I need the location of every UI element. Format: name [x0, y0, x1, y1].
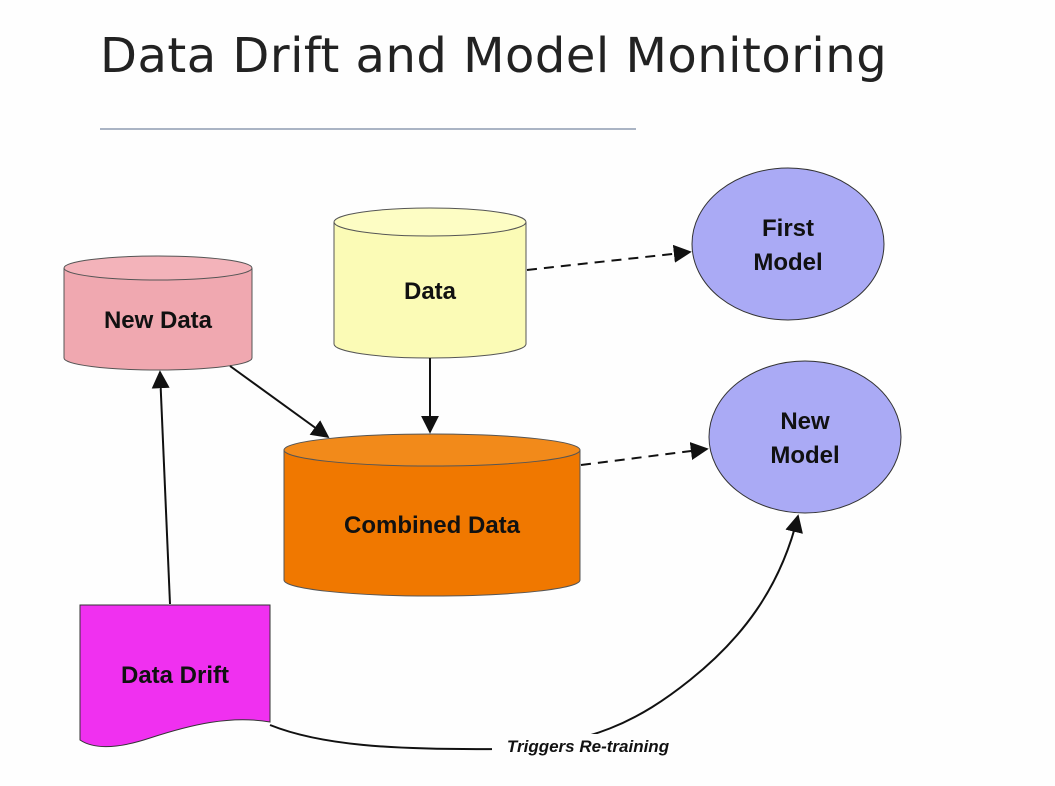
retrain-edge-label: Triggers Re-training: [507, 737, 670, 756]
first-model-label-line1: First: [762, 215, 814, 242]
data-label: Data: [404, 278, 457, 305]
edge-drift-to-new-data: [151, 370, 171, 605]
combined-data-label: Combined Data: [344, 512, 521, 539]
new-model-label-line2: Model: [770, 442, 839, 469]
first-model-label-line2: Model: [753, 249, 822, 276]
data-cylinder: Data: [333, 207, 527, 359]
edge-data-to-first-model: [526, 244, 692, 271]
edge-newdata-to-combined: [229, 365, 330, 439]
data-drift-label: Data Drift: [121, 662, 229, 689]
combined-data-cylinder: Combined Data: [283, 433, 581, 597]
new-data-cylinder: New Data: [63, 255, 253, 371]
new-model-node: New Model: [708, 360, 902, 514]
new-data-label: New Data: [104, 307, 213, 334]
data-drift-document: Data Drift: [79, 604, 271, 748]
new-model-label-line1: New: [780, 408, 830, 435]
edge-combined-to-new-model: [580, 442, 709, 466]
first-model-node: First Model: [691, 167, 885, 321]
data-drift-diagram: New Data Data Combined Data First Model …: [63, 167, 902, 756]
